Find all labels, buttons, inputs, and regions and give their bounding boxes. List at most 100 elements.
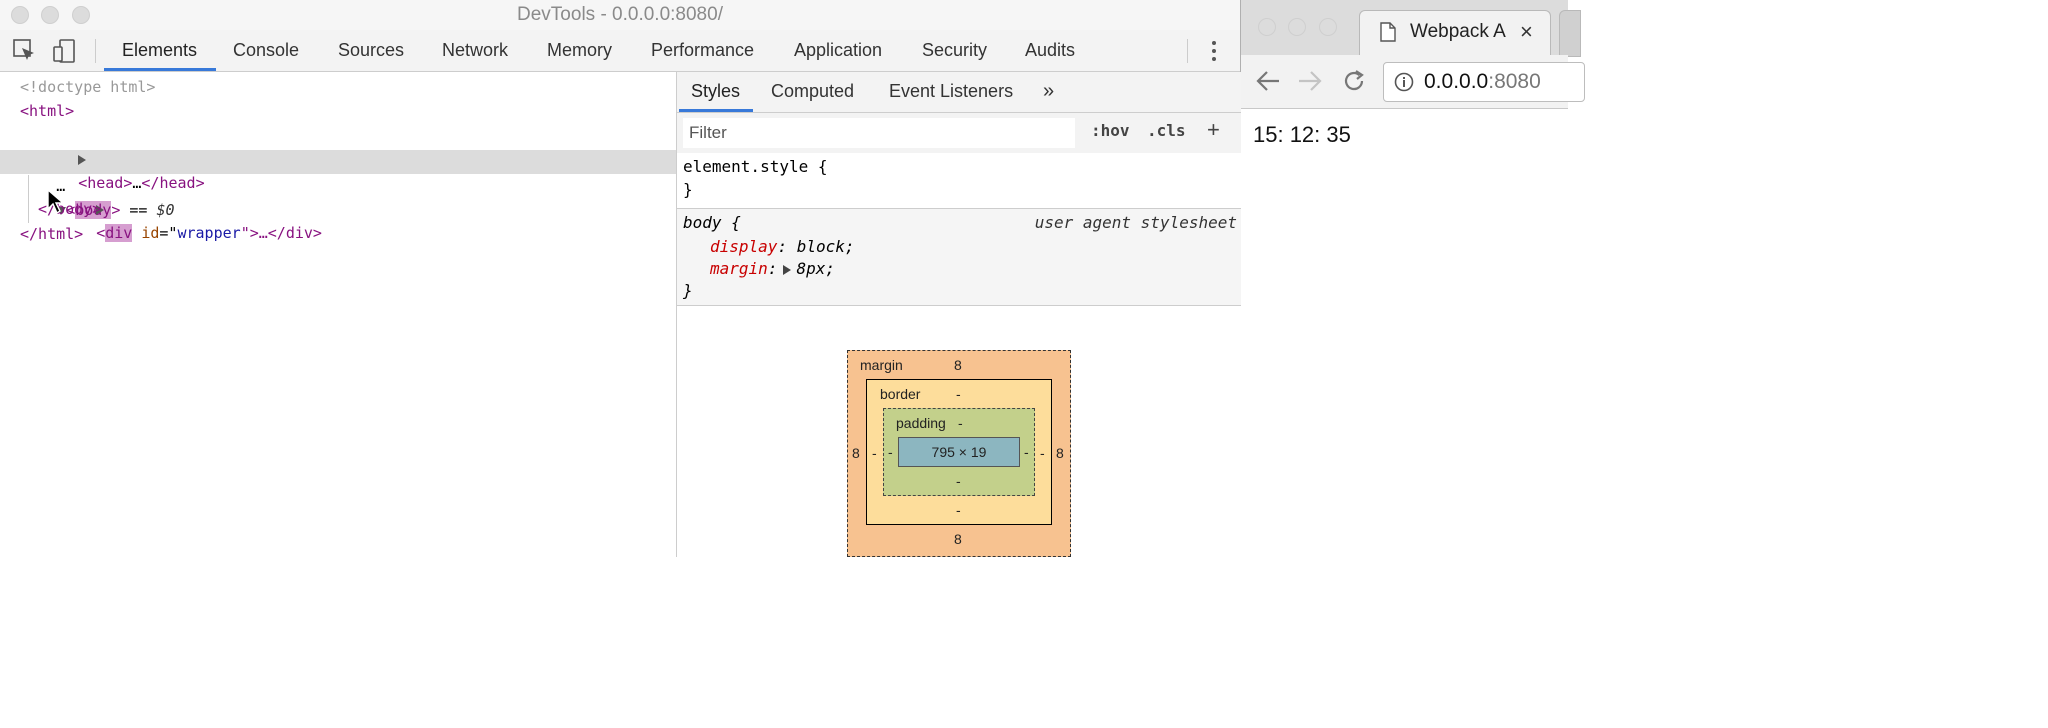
active-tab-indicator xyxy=(104,68,216,71)
dom-tree: <!doctype html> <html> <head>…</head> … … xyxy=(0,72,676,557)
cls-toggle-button[interactable]: .cls xyxy=(1147,121,1186,140)
tab-elements[interactable]: Elements xyxy=(122,30,197,71)
hov-toggle-button[interactable]: :hov xyxy=(1091,121,1130,140)
head-node[interactable]: <head>…</head> xyxy=(24,123,205,192)
box-model-content[interactable]: 795 × 19 xyxy=(898,437,1020,467)
div-attr-value: wrapper xyxy=(177,224,241,242)
sidebar-tabbar: Styles Computed Event Listeners » xyxy=(677,72,1241,113)
styles-sidebar: Styles Computed Event Listeners » :hov .… xyxy=(676,72,1241,557)
devtools-window: DevTools - 0.0.0.0:8080/ Elements Consol… xyxy=(0,0,1241,557)
tab-security[interactable]: Security xyxy=(922,30,987,71)
tab-application[interactable]: Application xyxy=(794,30,882,71)
padding-top-value[interactable]: - xyxy=(958,415,963,431)
close-window-button[interactable] xyxy=(1258,18,1276,36)
body-ref: $0 xyxy=(156,201,175,219)
border-top-value[interactable]: - xyxy=(956,386,961,402)
toolbar-divider xyxy=(1187,39,1188,63)
tab-styles[interactable]: Styles xyxy=(691,72,740,112)
tab-console[interactable]: Console xyxy=(233,30,299,71)
new-tab-button[interactable] xyxy=(1559,10,1581,57)
div-lt: < xyxy=(96,224,106,242)
rule-open-brace: { xyxy=(808,157,828,176)
active-subtab-indicator xyxy=(679,109,753,112)
page-clock-text: 15: 12: 35 xyxy=(1253,122,1351,147)
body-eq: == xyxy=(120,201,157,219)
div-wrapper-node[interactable]: <div id="wrapper">…</div> xyxy=(42,173,322,242)
border-bottom-value[interactable]: - xyxy=(956,502,961,518)
tree-guide-line xyxy=(28,175,29,223)
reload-icon[interactable] xyxy=(1341,68,1367,94)
styles-filter-input[interactable] xyxy=(683,118,1075,148)
div-rest: ">…</div> xyxy=(240,224,322,242)
html-node[interactable]: <html> xyxy=(20,99,74,123)
margin-left-value[interactable]: 8 xyxy=(852,445,860,461)
expand-shorthand-icon[interactable] xyxy=(783,264,792,275)
margin-bottom-value[interactable]: 8 xyxy=(954,531,962,547)
doctype-node[interactable]: <!doctype html> xyxy=(20,75,155,99)
document-icon xyxy=(1380,22,1396,42)
forward-arrow-icon[interactable] xyxy=(1297,69,1323,93)
url-host: 0.0.0.0 xyxy=(1424,70,1489,93)
box-model-border[interactable]: border - - - - padding - - - - 795 × 19 xyxy=(866,379,1052,525)
tab-audits[interactable]: Audits xyxy=(1025,30,1075,71)
info-icon[interactable] xyxy=(1394,72,1414,92)
rule-close-brace: } xyxy=(683,180,693,199)
browser-toolbar: 0.0.0.0:8080 xyxy=(1241,55,1585,109)
tab-computed[interactable]: Computed xyxy=(771,72,854,112)
border-label: border xyxy=(880,386,921,402)
tab-memory[interactable]: Memory xyxy=(547,30,612,71)
css-property-margin[interactable]: margin: 8px; xyxy=(710,259,835,278)
body-style-rule: body { user agent stylesheet display: bl… xyxy=(677,209,1241,306)
margin-top-value[interactable]: 8 xyxy=(954,357,962,373)
element-style-selector[interactable]: element.style xyxy=(683,157,808,176)
more-tabs-chevron-icon[interactable]: » xyxy=(1043,72,1054,112)
rule-close-brace: } xyxy=(683,281,693,300)
back-arrow-icon[interactable] xyxy=(1255,69,1281,93)
browser-window: Webpack Ap × 0.0.0.0:8080 15: 12: 35 xyxy=(1241,0,1585,557)
inspect-element-icon[interactable] xyxy=(12,38,38,64)
filter-bar: :hov .cls + xyxy=(677,113,1241,154)
new-style-rule-button[interactable]: + xyxy=(1207,117,1220,143)
browser-tab[interactable]: Webpack Ap × xyxy=(1359,10,1551,56)
main-tabbar: Elements Console Sources Network Memory … xyxy=(0,30,1240,72)
rule-source-label: user agent stylesheet xyxy=(1034,213,1237,232)
zoom-window-button[interactable] xyxy=(1319,18,1337,36)
padding-left-value[interactable]: - xyxy=(888,444,893,460)
device-toolbar-icon[interactable] xyxy=(52,38,78,64)
padding-right-value[interactable]: - xyxy=(1024,444,1029,460)
browser-tabstrip: Webpack Ap × xyxy=(1241,0,1581,57)
tab-event-listeners[interactable]: Event Listeners xyxy=(889,72,1013,112)
body-node[interactable]: … <body> == $0 xyxy=(2,150,175,219)
rule-open-brace: { xyxy=(721,213,741,232)
title-bar: DevTools - 0.0.0.0:8080/ xyxy=(0,0,1240,30)
tab-title: Webpack Ap xyxy=(1410,21,1506,42)
html-close-node[interactable]: </html> xyxy=(20,222,83,246)
body-rule-selector[interactable]: body xyxy=(683,213,722,232)
css-property-display[interactable]: display: block; xyxy=(710,237,855,256)
div-attr-name: id xyxy=(141,224,160,242)
property-value: 8px xyxy=(796,259,826,278)
padding-label: padding xyxy=(896,415,946,431)
url-text: 0.0.0.0:8080 xyxy=(1424,70,1541,94)
close-tab-icon[interactable]: × xyxy=(1520,19,1533,45)
minimize-window-button[interactable] xyxy=(1288,18,1306,36)
tab-performance[interactable]: Performance xyxy=(651,30,754,71)
box-model-padding[interactable]: padding - - - - 795 × 19 xyxy=(883,408,1035,496)
border-left-value[interactable]: - xyxy=(872,445,877,461)
property-name: margin xyxy=(710,259,768,278)
div-tag-name: div xyxy=(105,224,133,242)
address-bar[interactable]: 0.0.0.0:8080 xyxy=(1383,62,1585,102)
url-port: :8080 xyxy=(1488,70,1541,93)
tab-sources[interactable]: Sources xyxy=(338,30,404,71)
mouse-cursor-icon xyxy=(47,189,65,215)
margin-right-value[interactable]: 8 xyxy=(1056,445,1064,461)
more-options-icon[interactable] xyxy=(1211,41,1217,63)
property-value: block xyxy=(796,237,845,256)
window-title: DevTools - 0.0.0.0:8080/ xyxy=(517,4,723,25)
tab-network[interactable]: Network xyxy=(442,30,508,71)
border-right-value[interactable]: - xyxy=(1040,445,1045,461)
element-style-rule: element.style { } xyxy=(677,153,1241,209)
property-name: display xyxy=(710,237,778,256)
box-model-margin[interactable]: margin 8 8 8 8 border - - - - padding - … xyxy=(847,350,1071,557)
padding-bottom-value[interactable]: - xyxy=(956,473,961,489)
